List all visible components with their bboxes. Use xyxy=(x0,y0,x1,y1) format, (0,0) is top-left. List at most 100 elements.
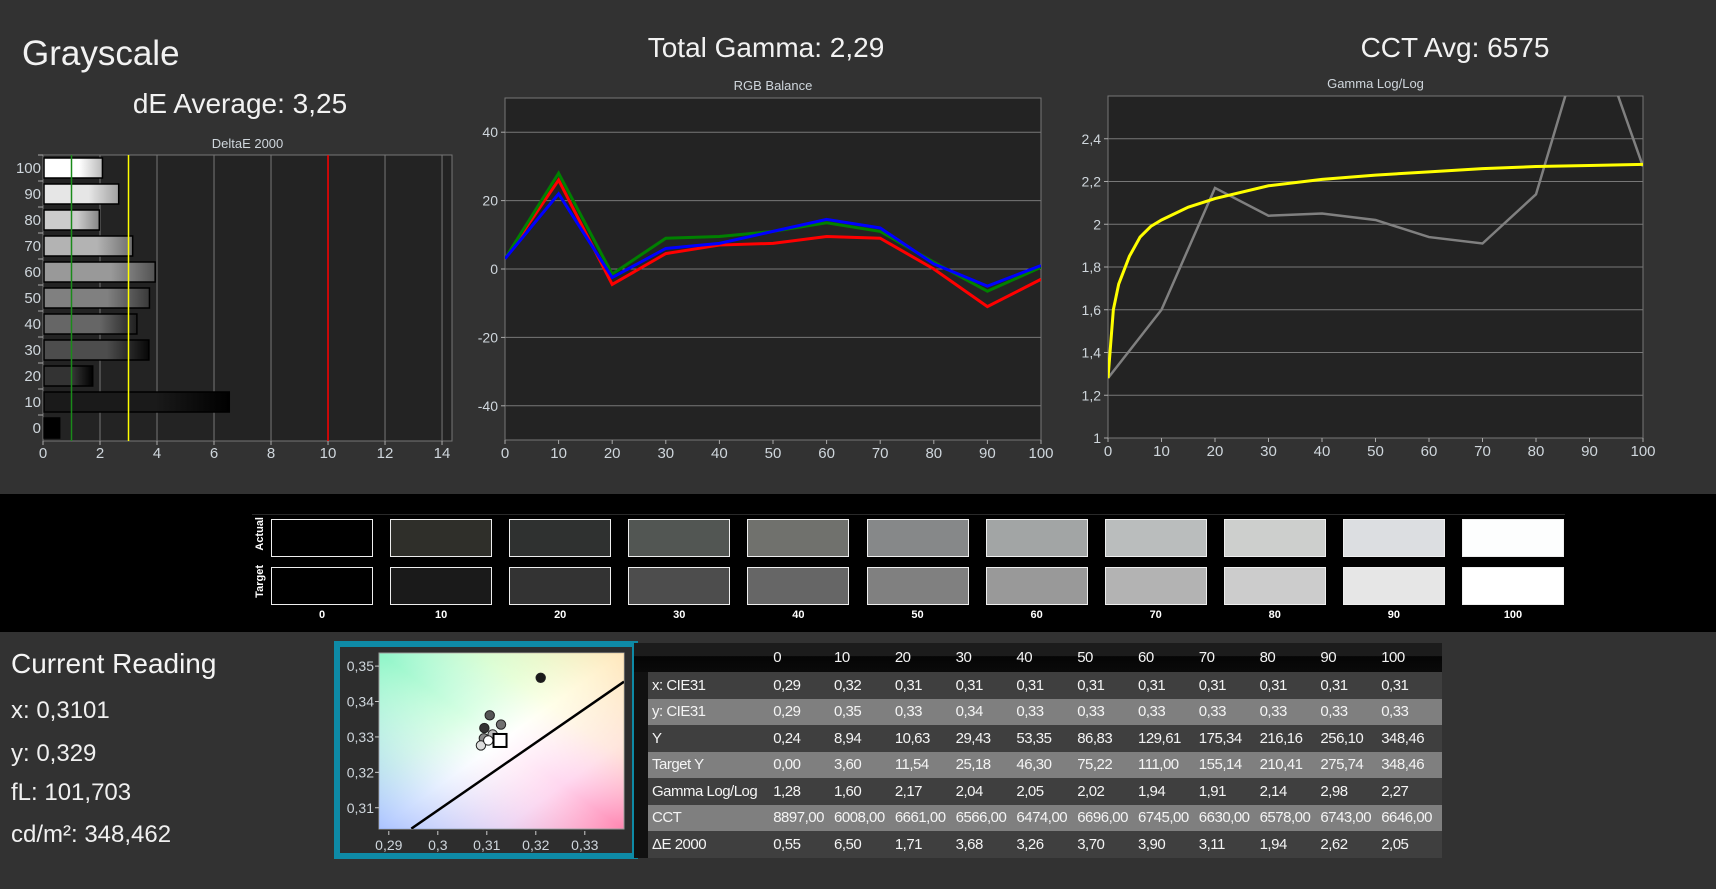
table-cell: 256,10 xyxy=(1320,729,1364,747)
x-tick-label: 0,31 xyxy=(473,837,500,853)
table-cell: 0,34 xyxy=(955,703,984,721)
table-cell: 53,35 xyxy=(1016,729,1052,747)
table-row: Gamma Log/Log 1,28 1,60 2,17 2,04 2,05 2,02 1,9… xyxy=(634,778,1442,805)
table-row: Y 0,24 8,94 10,63 29,43 53,35 86,83 129,61 175,3… xyxy=(634,725,1442,752)
x-tick-label: 0,32 xyxy=(522,837,549,853)
x-tick-label: 70 xyxy=(1474,443,1491,460)
chart-title: Gamma Log/Log xyxy=(1327,76,1424,91)
table-cell: 0,31 xyxy=(894,676,923,694)
table-row: y: CIE31 0,29 0,35 0,33 0,34 0,33 0,33 0,33 0,33… xyxy=(634,698,1442,725)
table-cell: 6646,00 xyxy=(1381,809,1432,827)
measurement-table: 0 10 20 30 40 50 60 70 80 90 100 x: CIE31 0,29 0,32 0,… xyxy=(634,643,1442,858)
y-tick-label: 0,31 xyxy=(347,800,374,816)
x-tick-label: 8 xyxy=(267,445,275,462)
swatch-label: 30 xyxy=(673,609,686,621)
table-cell: 2,27 xyxy=(1381,782,1409,800)
cie-chart: 0,29 0,3 0,31 0,32 0,33 0,35 0,34 0,33 0,32 0,31 xyxy=(347,652,625,853)
x-tick-label: 0,29 xyxy=(375,837,402,853)
measurement-point xyxy=(479,722,490,734)
swatch-label: 60 xyxy=(1030,609,1043,621)
x-tick-label: 80 xyxy=(1528,443,1545,460)
table-cell: 2,02 xyxy=(1077,782,1105,800)
table-cell: 0,33 xyxy=(1016,703,1044,721)
swatch-label: 10 xyxy=(434,609,448,621)
x-tick-label: 90 xyxy=(979,445,996,462)
table-cell: 6696,00 xyxy=(1077,809,1128,827)
x-tick-label: 50 xyxy=(765,445,782,462)
x-tick-label: 0,3 xyxy=(428,837,448,853)
target-swatch-100 xyxy=(1462,567,1564,605)
table-cell: 175,34 xyxy=(1198,729,1242,747)
y-tick-label: 80 xyxy=(24,212,41,229)
measurement-point xyxy=(535,672,546,683)
table-cell: 0,31 xyxy=(1138,676,1166,694)
table-cell: 75,22 xyxy=(1077,756,1113,774)
target-swatch-70 xyxy=(1104,567,1207,605)
table-cell: 348,46 xyxy=(1381,756,1425,774)
table-cell: 0,31 xyxy=(1381,676,1409,694)
target-swatch-80 xyxy=(1223,567,1326,605)
bar-40 xyxy=(43,313,138,335)
x-tick-label: 0 xyxy=(501,445,509,462)
x-tick-label: 6 xyxy=(210,445,218,462)
table-cell: 6745,00 xyxy=(1138,809,1189,827)
row-label: ΔE 2000 xyxy=(652,835,707,853)
table-cell: 2,98 xyxy=(1320,782,1348,800)
x-tick-label: 30 xyxy=(657,445,674,462)
column-header: 40 xyxy=(1016,649,1033,666)
y-tick-label: 0,34 xyxy=(347,694,374,710)
current-reading: Current Reading xyxy=(11,648,216,680)
y-tick-label: 1,4 xyxy=(1082,345,1102,361)
chart-title: DeltaE 2000 xyxy=(212,136,284,151)
table-header: 0 10 20 30 40 50 60 70 80 90 100 xyxy=(634,643,1442,672)
table-cell: 8,94 xyxy=(834,729,862,747)
x-tick-label: 40 xyxy=(711,445,728,462)
row-label: y: CIE31 xyxy=(652,703,706,721)
table-cell: 0,31 xyxy=(955,676,984,694)
table-cell: 111,00 xyxy=(1138,756,1179,774)
divider xyxy=(252,514,1565,515)
actual-swatch-90 xyxy=(1342,519,1445,557)
y-tick-label: 100 xyxy=(16,160,41,177)
column-header: 70 xyxy=(1198,649,1215,666)
table-cell: 25,18 xyxy=(955,756,992,774)
target-swatch-60 xyxy=(985,567,1088,605)
table-cell: 6743,00 xyxy=(1320,809,1372,827)
x-tick-label: 30 xyxy=(1260,443,1277,460)
table-cell: 2,62 xyxy=(1320,835,1348,853)
bar-100 xyxy=(43,157,104,179)
column-header: 90 xyxy=(1320,649,1337,666)
swatch-label: 70 xyxy=(1149,609,1162,621)
table-cell: 0,31 xyxy=(1198,676,1227,694)
table-cell: 0,31 xyxy=(1016,676,1044,694)
x-tick-label: 0 xyxy=(1104,443,1112,460)
table-cell: 3,60 xyxy=(834,756,862,774)
x-tick-label: 20 xyxy=(1207,443,1224,460)
table-cell: 46,30 xyxy=(1016,756,1052,774)
y-tick-label: 2 xyxy=(1093,216,1101,232)
table-cell: 6474,00 xyxy=(1016,809,1068,827)
table-cell: 10,63 xyxy=(894,729,931,747)
measurement-point xyxy=(484,710,495,721)
y-tick-label: -40 xyxy=(478,398,498,414)
charts-area: DeltaE 20000 2 4 6 8 10 12 14010203040506070809… xyxy=(16,76,1656,462)
x-tick-label: 0,33 xyxy=(571,837,598,853)
table-cell: 6630,00 xyxy=(1198,809,1250,827)
actual-swatch-10 xyxy=(390,519,493,557)
table-cell: 3,90 xyxy=(1138,835,1166,853)
column-header: 80 xyxy=(1259,649,1276,666)
x-tick-label: 50 xyxy=(1367,443,1384,460)
table-row: x: CIE31 0,29 0,32 0,31 0,31 0,31 0,31 0,31 0,31… xyxy=(634,672,1442,699)
table-cell: 1,28 xyxy=(773,782,801,800)
y-tick-label: 2,2 xyxy=(1082,174,1102,190)
actual-swatch-100 xyxy=(1462,519,1564,557)
table-cell: 0,33 xyxy=(1320,703,1348,721)
actual-swatch-80 xyxy=(1223,519,1326,557)
x-tick-label: 10 xyxy=(1153,443,1170,460)
y-tick-label: 2,4 xyxy=(1082,131,1102,147)
x-tick-label: 60 xyxy=(818,445,835,462)
y-tick-label: 0,33 xyxy=(347,729,374,745)
table-cell: 2,14 xyxy=(1259,782,1288,800)
column-header: 60 xyxy=(1138,649,1154,666)
table-cell: 0,33 xyxy=(1381,703,1409,721)
